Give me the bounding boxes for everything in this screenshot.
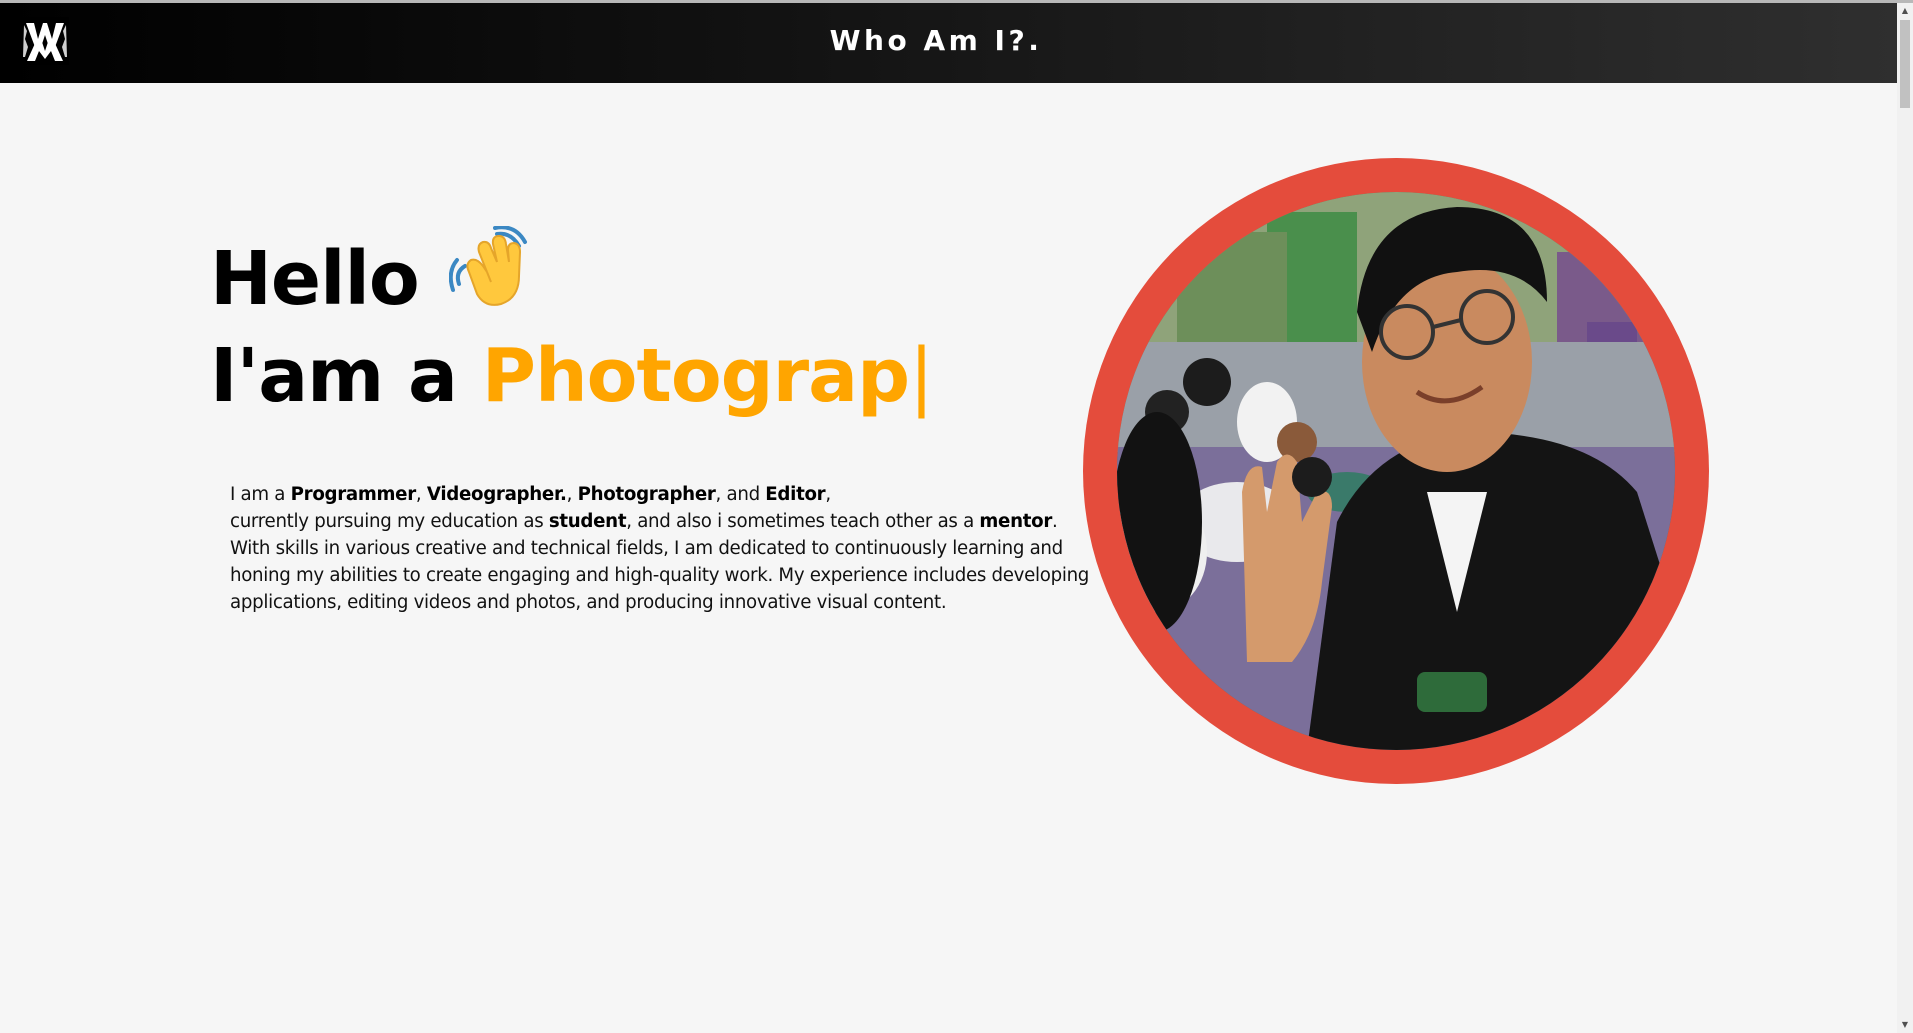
intro-text-3: currently pursuing my education as bbox=[230, 511, 549, 532]
hero-role: I'am a Photograp| bbox=[210, 331, 934, 421]
role-programmer: Programmer bbox=[290, 484, 417, 505]
profile-photo bbox=[1117, 192, 1675, 750]
profile-photo-illustration bbox=[1117, 192, 1675, 750]
intro-paragraph: I am a Programmer, Videographer., Photog… bbox=[230, 481, 1090, 616]
intro-text-1: I am a bbox=[230, 484, 291, 505]
scrollbar-thumb[interactable] bbox=[1900, 20, 1910, 108]
profile-photo-frame bbox=[1083, 158, 1709, 784]
typed-role-word: Photograp bbox=[481, 333, 910, 419]
intro-text-2: , bbox=[825, 484, 831, 505]
scroll-up-arrow-icon[interactable]: ▲ bbox=[1897, 3, 1913, 19]
intro-text-6: With skills in various creative and tech… bbox=[230, 538, 1090, 613]
keyword-student: student bbox=[548, 511, 627, 532]
role-editor: Editor bbox=[765, 484, 826, 505]
role-prefix: I'am a bbox=[210, 333, 482, 419]
intro-sep-3: , and bbox=[715, 484, 766, 505]
role-videographer: Videographer. bbox=[426, 484, 567, 505]
scroll-down-arrow-icon[interactable]: ▼ bbox=[1897, 1017, 1913, 1033]
intro-text-5: . bbox=[1052, 511, 1058, 532]
intro-sep-2: , bbox=[566, 484, 578, 505]
intro-text-4: , and also i sometimes teach other as a bbox=[626, 511, 980, 532]
site-title: Who Am I?. bbox=[829, 24, 1043, 57]
waving-hand-icon bbox=[448, 225, 529, 330]
typing-cursor: | bbox=[909, 333, 934, 419]
intro-sep-1: , bbox=[415, 484, 427, 505]
hero-greeting: Hello bbox=[210, 225, 529, 330]
keyword-mentor: mentor bbox=[979, 511, 1052, 532]
vertical-scrollbar[interactable]: ▲ ▼ bbox=[1897, 3, 1913, 1033]
role-photographer: Photographer bbox=[577, 484, 716, 505]
navbar: Who Am I?. bbox=[0, 3, 1897, 83]
greeting-text: Hello bbox=[210, 236, 420, 322]
